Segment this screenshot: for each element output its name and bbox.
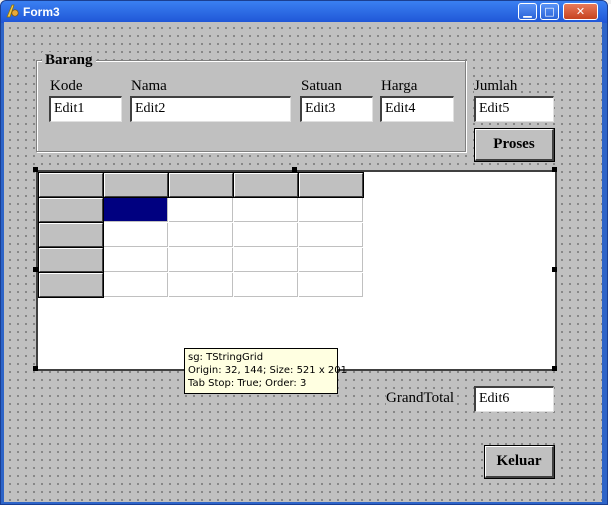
close-button[interactable]: ✕ [563, 3, 598, 20]
harga-input[interactable]: Edit4 [380, 96, 454, 122]
resize-handle-middle-right[interactable] [552, 267, 557, 272]
grid-cell[interactable] [234, 198, 298, 222]
grid-cell[interactable] [104, 273, 168, 297]
string-grid[interactable] [36, 170, 557, 371]
grid-fixed-cell[interactable] [38, 222, 104, 248]
grid-fixed-cell[interactable] [168, 172, 234, 198]
label-nama: Nama [131, 78, 167, 94]
window-title: Form3 [23, 5, 60, 19]
grid-cell[interactable] [169, 198, 233, 222]
label-satuan: Satuan [301, 78, 342, 94]
satuan-input[interactable]: Edit3 [300, 96, 373, 122]
grid-fixed-cell[interactable] [38, 172, 104, 198]
resize-handle-top-right[interactable] [552, 167, 557, 172]
grid-cell[interactable] [299, 223, 363, 247]
grid-fixed-cell[interactable] [298, 172, 364, 198]
form-client-area: Barang Kode Nama Satuan Harga Jumlah Edi… [4, 22, 602, 502]
label-jumlah: Jumlah [474, 78, 518, 94]
resize-handle-top-center[interactable] [292, 167, 297, 172]
grid-cell[interactable] [104, 223, 168, 247]
grid-fixed-cell[interactable] [38, 272, 104, 298]
title-bar[interactable]: Form3 ▁ □ ✕ [1, 1, 607, 23]
maximize-button[interactable]: □ [540, 3, 559, 20]
keluar-button[interactable]: Keluar [484, 445, 555, 479]
grid-cell[interactable] [104, 248, 168, 272]
grid-fixed-cell[interactable] [233, 172, 299, 198]
grandtotal-input[interactable]: Edit6 [474, 386, 554, 412]
grid-fixed-cell[interactable] [38, 197, 104, 223]
grid-cell[interactable] [299, 248, 363, 272]
label-harga: Harga [381, 78, 418, 94]
designer-hint-tooltip: sg: TStringGrid Origin: 32, 144; Size: 5… [184, 348, 348, 394]
grid-cell[interactable] [299, 273, 363, 297]
grid-cell[interactable] [234, 273, 298, 297]
tooltip-line-name: sg: TStringGrid [188, 352, 264, 363]
kode-input[interactable]: Edit1 [49, 96, 122, 122]
minimize-button[interactable]: ▁ [518, 3, 537, 20]
jumlah-input[interactable]: Edit5 [474, 96, 554, 122]
grid-cell[interactable] [169, 248, 233, 272]
resize-handle-middle-left[interactable] [33, 267, 38, 272]
grid-fixed-cell[interactable] [103, 172, 169, 198]
tooltip-line-taborder: Tab Stop: True; Order: 3 [188, 378, 307, 389]
grid-cell[interactable] [234, 248, 298, 272]
label-grandtotal: GrandTotal [386, 390, 455, 406]
label-kode: Kode [50, 78, 83, 94]
resize-handle-bottom-left[interactable] [33, 366, 38, 371]
proses-button[interactable]: Proses [474, 128, 555, 162]
resize-handle-top-left[interactable] [33, 167, 38, 172]
grid-cell[interactable] [234, 223, 298, 247]
delphi-app-icon [6, 4, 19, 18]
grid-fixed-cell[interactable] [38, 247, 104, 273]
resize-handle-bottom-right[interactable] [552, 366, 557, 371]
grid-cell[interactable] [169, 273, 233, 297]
grid-cell[interactable] [299, 198, 363, 222]
groupbox-caption: Barang [42, 52, 96, 69]
nama-input[interactable]: Edit2 [130, 96, 291, 122]
grid-selected-cell[interactable] [104, 198, 168, 222]
grid-cell[interactable] [169, 223, 233, 247]
tooltip-line-geometry: Origin: 32, 144; Size: 521 x 201 [188, 365, 348, 376]
